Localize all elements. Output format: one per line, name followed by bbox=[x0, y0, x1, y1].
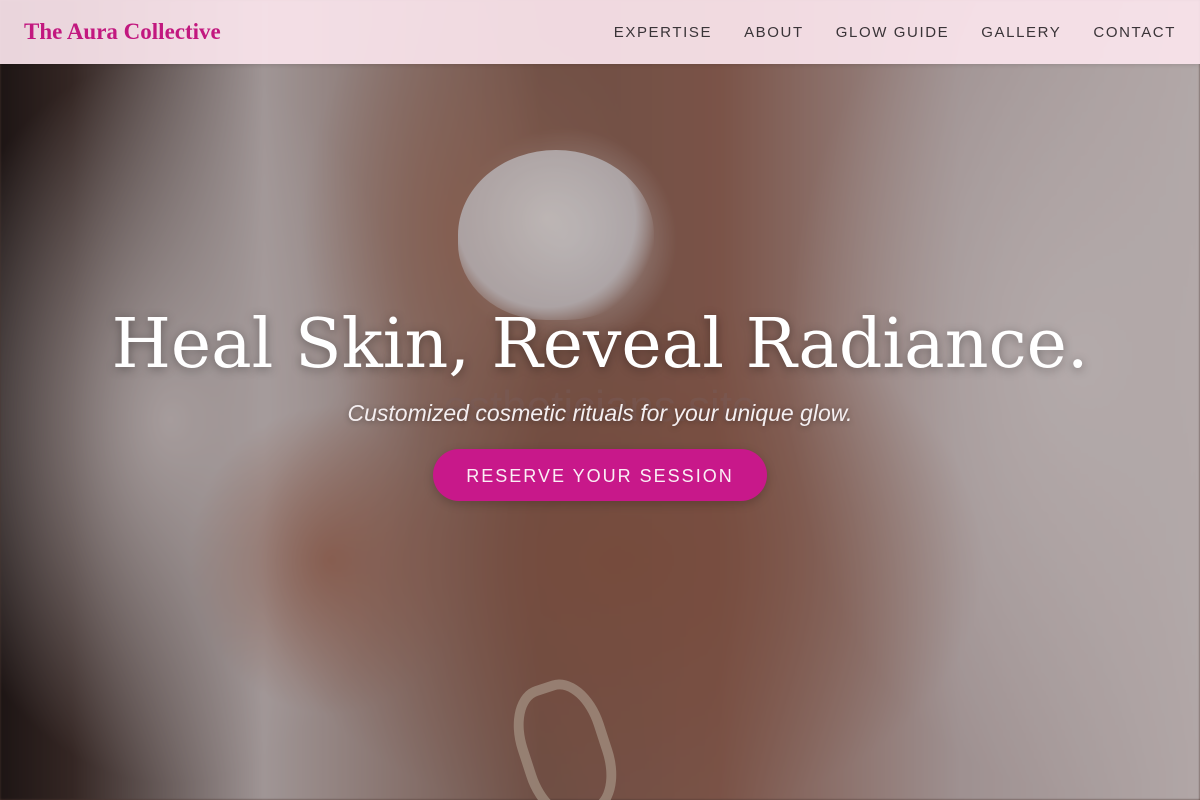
site-header: The Aura Collective EXPERTISE ABOUT GLOW… bbox=[0, 0, 1200, 64]
landing-page: The Aura Collective EXPERTISE ABOUT GLOW… bbox=[0, 0, 1200, 800]
main-nav: EXPERTISE ABOUT GLOW GUIDE GALLERY CONTA… bbox=[614, 24, 1176, 41]
reserve-session-button[interactable]: RESERVE YOUR SESSION bbox=[433, 449, 767, 501]
nav-link-about[interactable]: ABOUT bbox=[744, 24, 804, 41]
nav-link-contact[interactable]: CONTACT bbox=[1093, 24, 1176, 41]
hero-title: Heal Skin, Reveal Radiance. bbox=[111, 305, 1089, 384]
nav-link-expertise[interactable]: EXPERTISE bbox=[614, 24, 712, 41]
hero-subtitle: Customized cosmetic rituals for your uni… bbox=[347, 400, 853, 426]
nav-link-gallery[interactable]: GALLERY bbox=[981, 24, 1061, 41]
nav-link-glow-guide[interactable]: GLOW GUIDE bbox=[836, 24, 950, 41]
hero-section: Heal Skin, Reveal Radiance. Customized c… bbox=[0, 300, 1200, 501]
brand-logo-link[interactable]: The Aura Collective bbox=[24, 19, 221, 45]
